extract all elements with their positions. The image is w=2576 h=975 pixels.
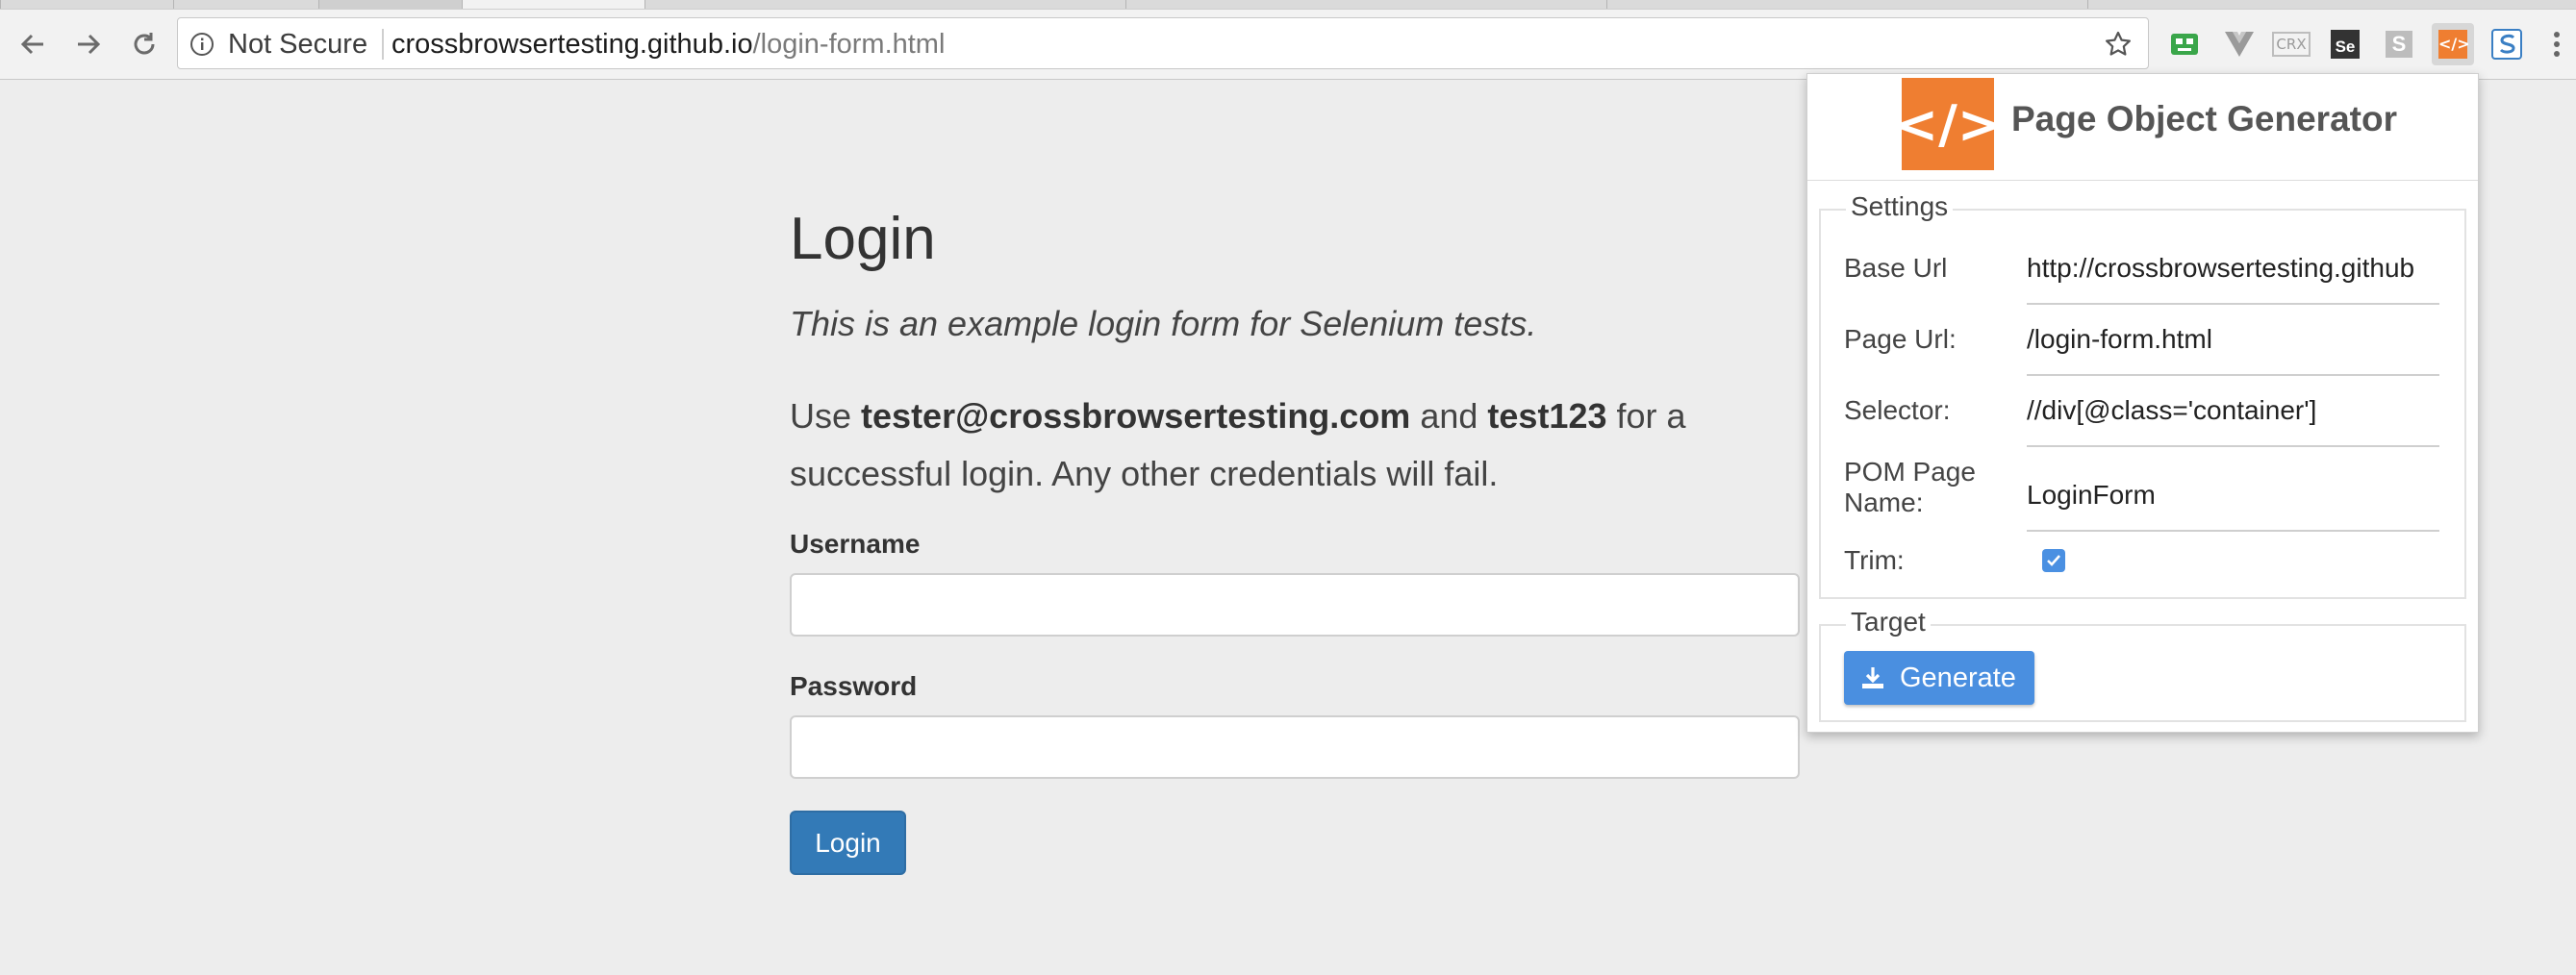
robot-extension-button[interactable]	[2167, 27, 2202, 62]
selector-underline	[2027, 445, 2439, 447]
forward-arrow-icon	[78, 34, 101, 55]
page-title: Login	[790, 206, 936, 272]
selenium-extension-button[interactable]: Se	[2328, 27, 2362, 62]
s-extension-button[interactable]: S	[2382, 27, 2416, 62]
crx-icon: CRX	[2272, 32, 2311, 57]
crx-extension-button[interactable]: CRX	[2272, 27, 2311, 62]
url-host: crossbrowsertesting.github.io	[391, 29, 753, 60]
browser-toolbar: Not Secure crossbrowsertesting.github.io…	[0, 10, 2576, 80]
intro-email: tester@crossbrowsertesting.com	[861, 396, 1411, 436]
forward-button[interactable]	[67, 23, 110, 65]
password-label: Password	[790, 671, 918, 701]
url-text[interactable]: crossbrowsertesting.github.io/login-form…	[391, 29, 945, 61]
info-icon[interactable]	[189, 32, 215, 57]
s-blue-icon	[2491, 29, 2522, 60]
tab[interactable]	[2087, 0, 2576, 9]
back-button[interactable]	[12, 23, 54, 65]
vertical-dots-icon	[2554, 32, 2560, 57]
password-input[interactable]	[790, 715, 1800, 779]
login-button[interactable]: Login	[790, 811, 906, 875]
base-url-label: Base Url	[1844, 253, 1948, 283]
trim-checkbox[interactable]	[2042, 549, 2065, 572]
settings-legend: Settings	[1846, 191, 1954, 222]
reload-icon	[134, 33, 155, 55]
s-icon: S	[2386, 31, 2412, 58]
target-fieldset: Target Generate	[1819, 607, 2466, 722]
generate-label: Generate	[1900, 662, 2016, 693]
address-bar[interactable]: Not Secure crossbrowsertesting.github.io…	[177, 17, 2149, 69]
s-blue-extension-button[interactable]	[2489, 27, 2524, 62]
tab-active[interactable]	[462, 0, 646, 9]
selector-input[interactable]: //div[@class='container']	[2027, 395, 2439, 426]
back-arrow-icon	[20, 34, 43, 55]
vue-extension-button[interactable]	[2222, 27, 2257, 62]
page-url-label: Page Url:	[1844, 324, 1957, 354]
vue-icon	[2225, 32, 2254, 57]
browser-menu-button[interactable]	[2539, 27, 2574, 62]
tab[interactable]	[1606, 0, 2089, 9]
checkmark-icon	[2047, 555, 2060, 566]
settings-fieldset: Settings Base Url http://crossbrowsertes…	[1819, 191, 2466, 599]
robot-icon	[2171, 34, 2198, 55]
tab[interactable]	[0, 0, 175, 9]
code-logo-icon: </>	[1895, 78, 2001, 170]
download-icon	[1862, 667, 1883, 688]
address-separator	[382, 29, 384, 60]
intro-password: test123	[1487, 396, 1607, 436]
page-url-input[interactable]: /login-form.html	[2027, 324, 2439, 355]
intro-prefix: Use	[790, 396, 862, 436]
page-url-underline	[2027, 374, 2439, 376]
security-status[interactable]: Not Secure	[228, 29, 367, 61]
pom-page-name-label: POM Page Name:	[1844, 457, 1976, 517]
page-lead: This is an example login form for Seleni…	[790, 304, 1537, 343]
reload-button[interactable]	[123, 23, 165, 65]
bookmark-star-icon[interactable]	[2104, 30, 2133, 59]
selenium-icon: Se	[2331, 30, 2360, 59]
url-path: /login-form.html	[752, 29, 946, 60]
tab[interactable]	[1125, 0, 1608, 9]
selector-label: Selector:	[1844, 395, 1951, 425]
username-input[interactable]	[790, 573, 1800, 637]
credentials-intro: Use tester@crossbrowsertesting.com and t…	[790, 388, 1800, 503]
pom-page-name-input[interactable]: LoginForm	[2027, 480, 2439, 511]
username-label: Username	[790, 529, 921, 559]
page-object-generator-popup: </> Page Object Generator Settings Base …	[1806, 73, 2479, 733]
base-url-underline	[2027, 303, 2439, 305]
trim-label: Trim:	[1844, 545, 1905, 575]
intro-middle: and	[1410, 396, 1488, 436]
base-url-input[interactable]: http://crossbrowsertesting.github	[2027, 253, 2439, 284]
target-legend: Target	[1846, 607, 1931, 638]
pom-page-name-underline	[2027, 530, 2439, 532]
tab[interactable]	[173, 0, 319, 9]
popup-title: Page Object Generator	[2011, 99, 2397, 138]
page-object-generator-extension-button[interactable]: </>	[2432, 23, 2474, 65]
code-icon: </>	[2438, 30, 2470, 59]
popup-header: </> Page Object Generator	[1807, 74, 2478, 181]
generate-button[interactable]: Generate	[1844, 651, 2034, 705]
tab[interactable]	[644, 0, 1127, 9]
